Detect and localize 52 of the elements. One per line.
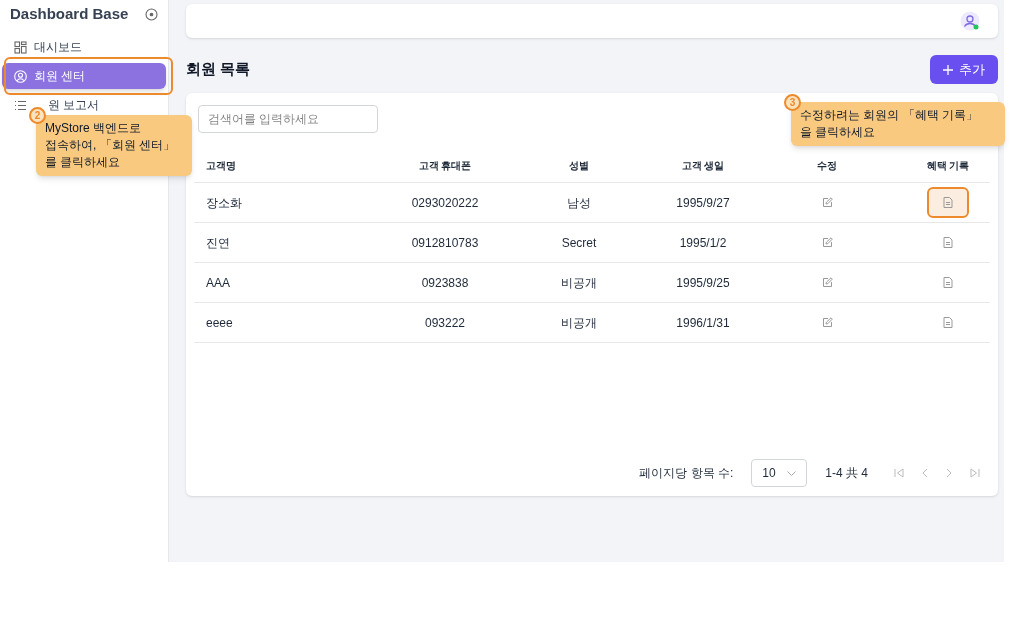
document-icon[interactable] — [943, 237, 953, 248]
edit-icon[interactable] — [821, 237, 833, 248]
next-page-icon[interactable] — [946, 468, 952, 478]
sidebar-title: Dashboard Base — [10, 3, 129, 24]
document-icon[interactable] — [943, 197, 953, 208]
page-title: 회원 목록 — [186, 59, 251, 80]
table-cell-text: 1995/1/2 — [678, 234, 728, 252]
callout-text: 수정하려는 회원의 「혜택 기록」 을 클릭하세요 — [800, 107, 979, 141]
last-page-icon[interactable] — [970, 468, 980, 478]
table-cell-text: Secret — [560, 234, 598, 252]
column-header: 수정 — [816, 158, 838, 173]
sidebar-item[interactable]: 회원 센터 — [2, 63, 166, 89]
column-header: 고객 휴대폰 — [417, 158, 473, 173]
table-cell-text: eeee — [205, 314, 234, 332]
search-field[interactable]: 검색어를 입력하세요 — [198, 105, 378, 133]
edit-icon[interactable] — [821, 277, 833, 288]
per-page-select[interactable]: 10 — [751, 459, 808, 487]
table-cell-text: AAA — [205, 274, 231, 292]
document-icon[interactable] — [943, 277, 953, 288]
table-cell-text: 비공개 — [560, 314, 598, 332]
first-page-icon[interactable] — [894, 468, 904, 478]
list-icon — [14, 98, 27, 112]
plus-icon — [943, 64, 953, 75]
per-page-label: 페이지당 항목 수: — [639, 465, 734, 482]
document-icon[interactable] — [943, 317, 953, 328]
add-button[interactable]: 추가 — [930, 55, 998, 84]
table-cell-text: 진연 — [205, 234, 231, 252]
table-cell-text: 0923838 — [420, 274, 470, 292]
table-cell-text: 비공개 — [560, 274, 598, 292]
table-cell-text: 장소화 — [205, 194, 243, 212]
chevron-down-icon — [787, 470, 797, 476]
sidebar-item[interactable]: 대시보드 — [2, 34, 166, 60]
grid-icon — [14, 40, 27, 54]
page-range: 1-4 共 4 — [825, 465, 868, 482]
column-header: 성별 — [568, 158, 590, 173]
table-cell-text: 1996/1/31 — [675, 314, 731, 332]
edit-icon[interactable] — [821, 317, 833, 328]
table-cell-text: 남성 — [566, 194, 592, 212]
target-icon[interactable] — [145, 7, 158, 21]
column-header: 고객명 — [205, 158, 237, 173]
table-cell-text: 093222 — [423, 314, 466, 332]
callout-text: MyStore 백엔드로 접속하여, 「회원 센터」 를 클릭하세요 — [45, 120, 176, 171]
table-cell-text: 1995/9/27 — [675, 194, 731, 212]
column-header: 고객 생일 — [680, 158, 726, 173]
table-cell-text: 0293020222 — [410, 194, 480, 212]
user-icon — [14, 69, 27, 83]
column-header: 혜택 기록 — [925, 158, 971, 173]
edit-icon[interactable] — [821, 197, 833, 208]
previous-page-icon[interactable] — [922, 468, 928, 478]
table-cell-text: 0912810783 — [410, 234, 480, 252]
table-cell-text: 1995/9/25 — [675, 274, 731, 292]
avatar-icon[interactable] — [960, 11, 980, 31]
